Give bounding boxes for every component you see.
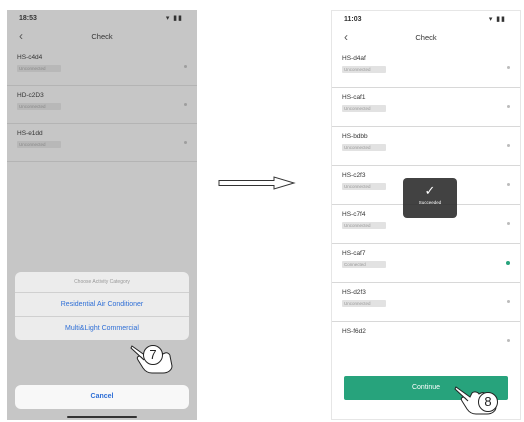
radio-dot-icon[interactable] — [507, 183, 510, 186]
nav-bar: ‹ Check — [7, 26, 197, 48]
device-row[interactable]: HS-d2f3 Unconnected — [332, 283, 520, 322]
radio-dot-icon[interactable] — [184, 103, 187, 106]
device-row[interactable]: HS-f6d2 — [332, 322, 520, 361]
radio-dot-icon[interactable] — [507, 339, 510, 342]
device-status-tag: Unconnected — [342, 222, 386, 229]
radio-dot-icon[interactable] — [507, 66, 510, 69]
device-list: HS-c4d4 Unconnected HD-c2D3 Unconnected … — [7, 48, 197, 162]
right-arrow-icon — [218, 176, 296, 190]
option-multi-light-commercial[interactable]: Multi&Light Commercial — [15, 317, 189, 340]
cancel-button[interactable]: Cancel — [15, 385, 189, 409]
page-title: Check — [415, 33, 437, 42]
device-status-tag: Unconnected — [342, 144, 386, 151]
device-name: HS-c4d4 — [17, 54, 43, 61]
device-name: HS-f6d2 — [342, 328, 366, 335]
device-row[interactable]: HD-c2D3 Unconnected — [7, 86, 197, 124]
device-row[interactable]: HS-c4d4 Unconnected — [7, 48, 197, 86]
device-row[interactable]: HS-e1dd Unconnected — [7, 124, 197, 162]
page-title: Check — [91, 32, 113, 41]
device-name: HS-bdbb — [342, 133, 368, 140]
radio-dot-icon[interactable] — [184, 141, 187, 144]
device-name: HS-e1dd — [17, 130, 43, 137]
device-row[interactable]: HS-bdbb Unconnected — [332, 127, 520, 166]
option-residential-air-conditioner[interactable]: Residential Air Conditioner — [15, 293, 189, 317]
step-number-badge: 7 — [143, 345, 163, 365]
device-name: HS-d4af — [342, 55, 366, 62]
device-status-tag: Unconnected — [17, 141, 61, 148]
device-status-tag: Unconnected — [342, 300, 386, 307]
home-indicator — [67, 416, 137, 418]
status-bar: 11:03 ▾ ▮▮ — [332, 11, 520, 27]
device-name: HD-c2D3 — [17, 92, 44, 99]
phone-screen-device-check: 11:03 ▾ ▮▮ ‹ Check HS-d4af Unconnected H… — [331, 10, 521, 420]
device-name: HS-c2f3 — [342, 172, 366, 179]
radio-dot-icon[interactable] — [507, 222, 510, 225]
radio-dot-icon[interactable] — [507, 144, 510, 147]
step-number-badge: 8 — [478, 392, 498, 412]
battery-wifi-icon: ▾ ▮▮ — [165, 15, 183, 22]
device-status-tag: Unconnected — [17, 65, 61, 72]
device-status-tag: Unconnected — [342, 105, 386, 112]
status-bar: 18:53 ▾ ▮▮ — [7, 10, 197, 26]
status-time: 11:03 — [344, 16, 362, 23]
radio-dot-icon[interactable] — [507, 300, 510, 303]
checkmark-icon: ✓ — [424, 183, 436, 198]
radio-dot-icon[interactable] — [184, 65, 187, 68]
device-name: HS-caf7 — [342, 250, 366, 257]
device-row[interactable]: HS-caf1 Unconnected — [332, 88, 520, 127]
device-status-tag: Unconnected — [17, 103, 61, 110]
device-name: HS-c7f4 — [342, 211, 366, 218]
toast-message: Succeeded — [418, 200, 442, 205]
nav-bar: ‹ Check — [332, 27, 520, 49]
battery-wifi-icon: ▾ ▮▮ — [488, 16, 506, 23]
device-status-tag: Connected — [342, 261, 386, 268]
action-sheet: Choose Activity Category Residential Air… — [15, 272, 189, 340]
device-row[interactable]: HS-d4af Unconnected — [332, 49, 520, 88]
status-time: 18:53 — [19, 15, 37, 22]
success-toast: ✓ Succeeded — [403, 178, 457, 218]
radio-selected-icon[interactable] — [506, 261, 510, 265]
action-sheet-title: Choose Activity Category — [15, 272, 189, 293]
device-status-tag: Unconnected — [342, 66, 386, 73]
device-name: HS-caf1 — [342, 94, 366, 101]
radio-dot-icon[interactable] — [507, 105, 510, 108]
device-name: HS-d2f3 — [342, 289, 366, 296]
device-row-selected[interactable]: HS-caf7 Connected — [332, 244, 520, 283]
device-status-tag: Unconnected — [342, 183, 386, 190]
